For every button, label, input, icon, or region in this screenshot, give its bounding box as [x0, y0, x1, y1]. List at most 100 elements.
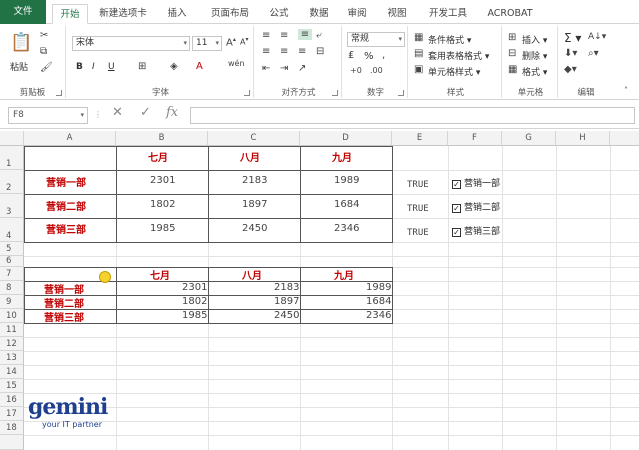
- shrink-font-icon[interactable]: A▾: [240, 36, 249, 47]
- row-header-5[interactable]: 5: [0, 242, 24, 256]
- align-right-icon[interactable]: ≡: [298, 46, 306, 57]
- tab-review[interactable]: 审阅: [340, 4, 374, 24]
- sort-filter-icon[interactable]: A↓▾: [588, 32, 606, 42]
- tab-view[interactable]: 视图: [380, 4, 414, 24]
- align-middle-icon[interactable]: ≡: [280, 30, 288, 41]
- tab-new[interactable]: 新建选项卡: [94, 4, 152, 24]
- cut-icon[interactable]: ✂: [40, 30, 48, 41]
- align-top-icon[interactable]: ≡: [262, 30, 270, 41]
- column-header-d[interactable]: D: [300, 131, 392, 146]
- orientation-icon[interactable]: ↗: [298, 63, 306, 74]
- row-header-4[interactable]: 4: [0, 218, 24, 242]
- font-color-icon[interactable]: A: [196, 61, 203, 72]
- percent-button[interactable]: %: [364, 51, 374, 62]
- checkbox-dept-3[interactable]: ✓ 营销三部: [452, 224, 500, 237]
- table2-row-label[interactable]: 营销三部: [44, 309, 84, 324]
- tab-home[interactable]: 开始: [52, 4, 88, 24]
- table2-header-july[interactable]: 七月: [150, 267, 170, 282]
- table1-header-july[interactable]: 七月: [148, 149, 168, 164]
- row-header-10[interactable]: 10: [0, 309, 24, 323]
- row-header-18[interactable]: 18: [0, 421, 24, 435]
- cell-styles-button[interactable]: 单元格样式 ▾: [428, 65, 480, 78]
- bold-button[interactable]: B: [76, 62, 83, 72]
- row-header-9[interactable]: 9: [0, 295, 24, 309]
- table1-cell[interactable]: 1985: [150, 223, 175, 234]
- comma-icon[interactable]: ,: [382, 50, 385, 61]
- paste-button[interactable]: 粘贴: [10, 60, 28, 73]
- insert-function-button[interactable]: fx: [166, 105, 178, 120]
- table2-header-august[interactable]: 八月: [242, 267, 262, 282]
- table2-cell[interactable]: 1802: [182, 296, 207, 307]
- grow-font-icon[interactable]: A▴: [226, 36, 236, 48]
- currency-icon[interactable]: ₤: [348, 50, 354, 61]
- row-header-14[interactable]: 14: [0, 365, 24, 379]
- name-box[interactable]: F8 ▾: [8, 107, 88, 124]
- enter-icon[interactable]: ✓: [140, 105, 151, 120]
- number-format-select[interactable]: 常规 ▾: [347, 32, 405, 47]
- align-bottom-icon[interactable]: ≡: [298, 29, 312, 40]
- cancel-icon[interactable]: ✕: [112, 105, 123, 120]
- table1-cell[interactable]: 2450: [242, 223, 267, 234]
- table2-cell[interactable]: 1985: [182, 310, 207, 321]
- table2-header-september[interactable]: 九月: [334, 267, 354, 282]
- table2-cell[interactable]: 1684: [366, 296, 391, 307]
- table2-row-label[interactable]: 营销一部: [44, 281, 84, 296]
- paste-icon[interactable]: 📋: [10, 32, 32, 53]
- delete-cells-button[interactable]: 删除 ▾: [522, 49, 547, 62]
- autosum-button[interactable]: Σ ▾: [564, 31, 581, 45]
- table1-header-september[interactable]: 九月: [332, 149, 352, 164]
- table1-cell[interactable]: 2183: [242, 175, 267, 186]
- phonetic-icon[interactable]: wén: [228, 59, 245, 68]
- align-left-icon[interactable]: ≡: [262, 46, 270, 57]
- table2-cell[interactable]: 1897: [274, 296, 299, 307]
- flag-cell[interactable]: TRUE: [407, 180, 429, 190]
- checkbox-dept-1[interactable]: ✓ 营销一部: [452, 176, 500, 189]
- column-header-b[interactable]: B: [116, 131, 208, 146]
- row-header-2[interactable]: 2: [0, 170, 24, 194]
- clipboard-launcher-icon[interactable]: [56, 90, 62, 96]
- font-size-select[interactable]: 11 ▾: [192, 36, 222, 51]
- table1-cell[interactable]: 1802: [150, 199, 175, 210]
- conditional-format-button[interactable]: 条件格式 ▾: [428, 33, 471, 46]
- underline-button[interactable]: U: [108, 62, 115, 72]
- checkbox-dept-2[interactable]: ✓ 营销二部: [452, 200, 500, 213]
- clear-icon[interactable]: ◆▾: [564, 64, 577, 75]
- table1-cell[interactable]: 2346: [334, 223, 359, 234]
- format-painter-icon[interactable]: 🖌: [40, 62, 53, 73]
- row-header-13[interactable]: 13: [0, 351, 24, 365]
- increase-indent-icon[interactable]: ⇥: [280, 63, 288, 74]
- table1-cell[interactable]: 2301: [150, 175, 175, 186]
- table1-cell[interactable]: 1684: [334, 199, 359, 210]
- number-launcher-icon[interactable]: [398, 90, 404, 96]
- tab-acrobat[interactable]: ACROBAT: [482, 4, 538, 24]
- collapse-ribbon-icon[interactable]: ˄: [624, 86, 628, 95]
- column-header-h[interactable]: H: [556, 131, 610, 146]
- column-header-f[interactable]: F: [448, 131, 502, 146]
- column-header-e[interactable]: E: [392, 131, 448, 146]
- wrap-text-icon[interactable]: ⤶: [316, 30, 322, 41]
- table1-cell[interactable]: 1989: [334, 175, 359, 186]
- table1-header-august[interactable]: 八月: [240, 149, 260, 164]
- copy-icon[interactable]: ⧉: [40, 46, 47, 57]
- row-header-11[interactable]: 11: [0, 323, 24, 337]
- fill-icon[interactable]: ⬇▾: [564, 48, 577, 59]
- increase-decimal-icon[interactable]: +0: [350, 66, 362, 75]
- table2-cell[interactable]: 2301: [182, 282, 207, 293]
- row-header-17[interactable]: 17: [0, 407, 24, 421]
- table1-row-label[interactable]: 营销二部: [46, 198, 86, 213]
- font-launcher-icon[interactable]: [244, 90, 250, 96]
- tab-page-layout[interactable]: 页面布局: [202, 4, 258, 24]
- alignment-launcher-icon[interactable]: [332, 90, 338, 96]
- insert-cells-button[interactable]: 插入 ▾: [522, 33, 547, 46]
- fill-color-icon[interactable]: ◈: [170, 61, 178, 72]
- borders-icon[interactable]: ⊞: [138, 61, 146, 72]
- column-header-a[interactable]: A: [24, 131, 116, 146]
- tab-insert[interactable]: 插入: [160, 4, 194, 24]
- table2-cell[interactable]: 2346: [366, 310, 391, 321]
- table1-row-label[interactable]: 营销三部: [46, 221, 86, 236]
- table2-cell[interactable]: 1989: [366, 282, 391, 293]
- row-header-1[interactable]: 1: [0, 146, 24, 170]
- format-cells-button[interactable]: 格式 ▾: [522, 65, 547, 78]
- row-header-8[interactable]: 8: [0, 281, 24, 295]
- find-select-icon[interactable]: ⌕▾: [588, 48, 599, 59]
